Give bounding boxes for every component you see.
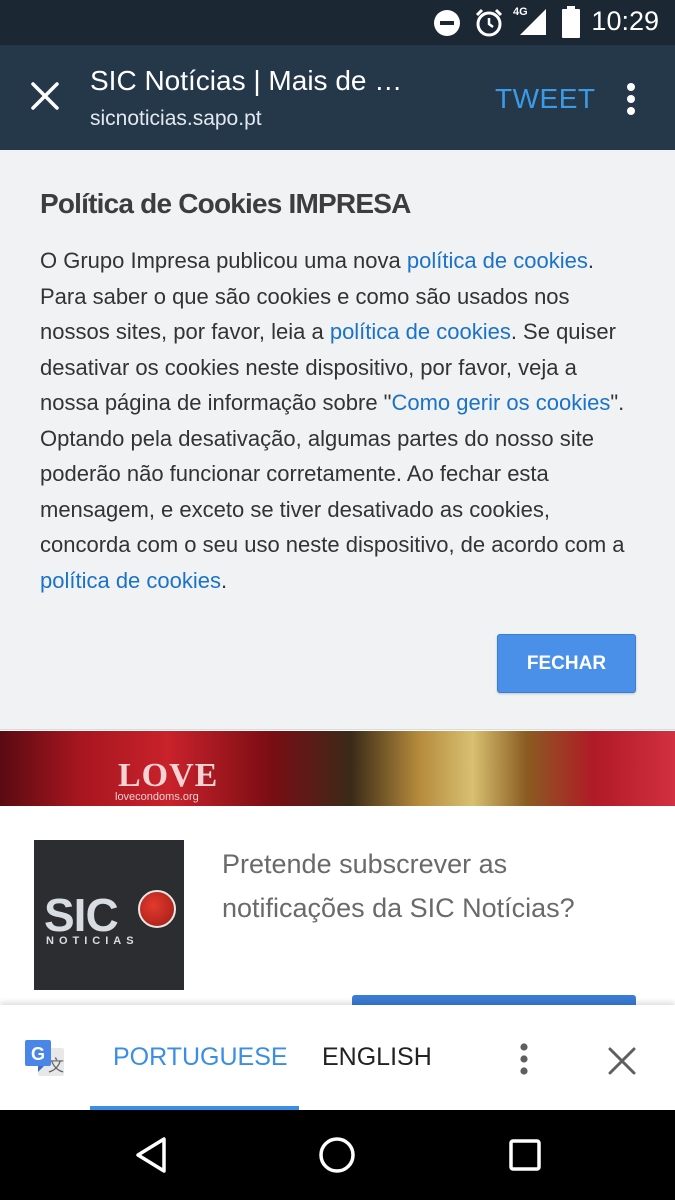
overflow-menu-button[interactable] [616,79,646,119]
cookie-text-part: . [221,567,228,593]
notification-subscribe-prompt: SIC NOTICIAS Pretende subscrever as noti… [0,806,675,1007]
close-icon [31,82,59,110]
close-tab-button[interactable] [22,73,68,119]
screen: 4G 10:29 SIC Notícias | Mais de … sicnot… [0,0,675,1200]
cookie-text-part: O Grupo Impresa publicou uma nova [40,248,407,273]
page-url: sicnoticias.sapo.pt [90,107,262,130]
battery-icon [562,6,580,43]
globe-icon [138,890,176,928]
article-image: LOVE lovecondoms.org [0,731,675,806]
do-not-disturb-icon [433,9,461,42]
more-vert-icon [520,1043,528,1075]
logo-subtext: NOTICIAS [46,935,139,947]
signal-icon [518,8,548,41]
cookie-policy-link[interactable]: política de cookies [330,319,511,344]
svg-text:G: G [31,1044,45,1064]
back-icon [136,1137,166,1173]
manage-cookies-link[interactable]: Como gerir os cookies [391,390,610,415]
subscribe-question: Pretende subscrever as notificações da S… [222,849,575,923]
logo-text: SIC [44,889,119,941]
cookie-text-part: ". Optando pela desativação, algumas par… [40,390,625,557]
cookie-policy-link[interactable]: política de cookies [407,248,588,273]
cookie-banner-heading: Política de Cookies IMPRESA [40,188,411,219]
home-button[interactable] [314,1132,360,1178]
status-bar: 4G 10:29 [0,0,675,45]
page-title: SIC Notícias | Mais de … [90,65,403,96]
translate-bar: 文 G PORTUGUESE ENGLISH [0,1005,675,1110]
more-vert-icon [627,83,635,115]
close-translate-bar-button[interactable] [602,1041,642,1081]
custom-tab-toolbar: SIC Notícias | Mais de … sicnoticias.sap… [0,45,675,150]
google-translate-icon: 文 G [24,1038,66,1080]
back-button[interactable] [128,1132,174,1178]
translate-options-button[interactable] [510,1039,538,1079]
tab-english[interactable]: ENGLISH [322,1043,432,1072]
cookie-banner-text: O Grupo Impresa publicou uma nova políti… [40,243,640,598]
home-icon [319,1137,355,1173]
image-love-url: lovecondoms.org [115,791,199,803]
cookie-policy-link[interactable]: política de cookies [40,568,221,593]
navigation-bar [0,1110,675,1200]
clock: 10:29 [591,6,659,36]
recents-icon [509,1139,541,1171]
close-icon [608,1047,636,1075]
image-love-text: LOVE [118,757,219,794]
tweet-button[interactable]: TWEET [495,83,596,115]
recents-button[interactable] [502,1132,548,1178]
cookie-banner: Política de Cookies IMPRESA O Grupo Impr… [0,150,675,730]
tab-portuguese[interactable]: PORTUGUESE [113,1043,288,1072]
alarm-icon [473,7,505,44]
sic-noticias-logo: SIC NOTICIAS [34,840,184,990]
close-cookie-banner-button[interactable]: FECHAR [497,634,636,693]
